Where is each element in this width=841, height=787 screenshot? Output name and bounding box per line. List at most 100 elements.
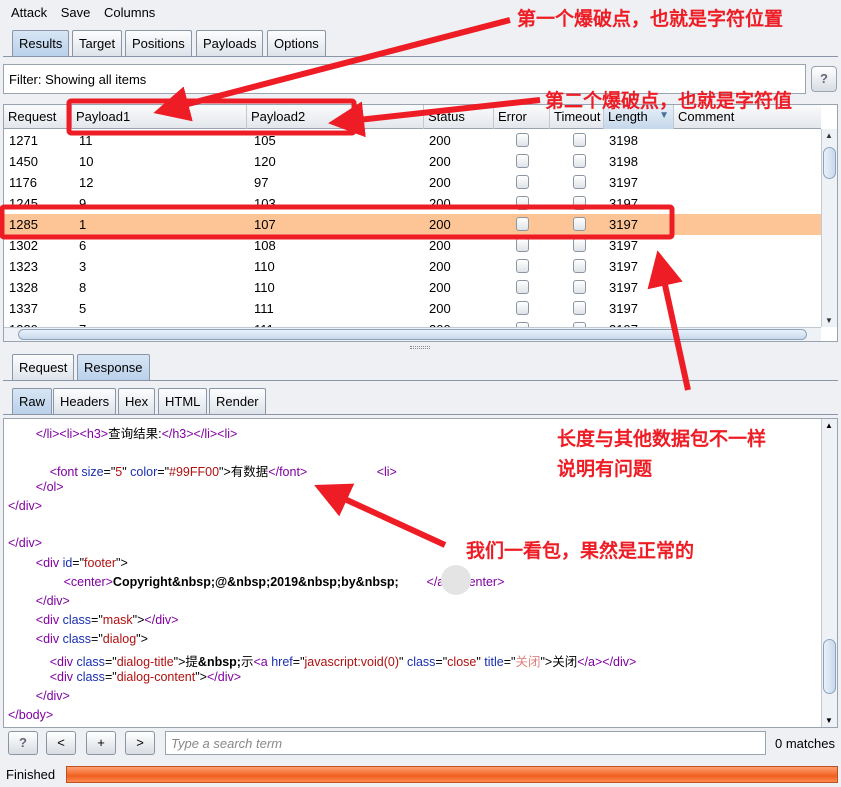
help-button[interactable]: ? (811, 66, 837, 92)
menu-attack[interactable]: Attack (11, 5, 47, 20)
table-row[interactable]: 1176 12 97 200 3197 (4, 172, 821, 193)
table-row[interactable]: 1302 6 108 200 3197 (4, 235, 821, 256)
tab-payloads[interactable]: Payloads (196, 30, 264, 56)
scroll-down-icon[interactable]: ▼ (825, 716, 833, 725)
scroll-down-icon[interactable]: ▼ (825, 316, 833, 325)
table-row[interactable]: 1328 8 110 200 3197 (4, 277, 821, 298)
code-token: Copyright&nbsp;@&nbsp;2019&nbsp;by&nbsp; (112, 575, 399, 589)
tab-headers[interactable]: Headers (53, 388, 117, 414)
cell-status: 200 (429, 196, 451, 211)
cell-length: 3197 (609, 175, 638, 190)
scroll-thumb[interactable] (823, 639, 836, 694)
timeout-checkbox[interactable] (573, 133, 586, 147)
error-checkbox[interactable] (516, 154, 529, 168)
timeout-checkbox[interactable] (573, 196, 586, 210)
menu-save[interactable]: Save (61, 5, 91, 20)
code-token: "> (132, 613, 145, 627)
code-vertical-scrollbar[interactable]: ▲ ▼ (821, 419, 837, 727)
tab-request[interactable]: Request (12, 354, 75, 380)
hscroll-thumb[interactable] (18, 329, 807, 340)
col-status[interactable]: Status (424, 105, 494, 129)
split-handle[interactable] (410, 346, 430, 349)
table-row[interactable]: 1271 11 105 200 3198 (4, 130, 821, 151)
code-token: " (122, 465, 131, 479)
tab-render[interactable]: Render (209, 388, 266, 414)
tab-response[interactable]: Response (77, 354, 150, 380)
error-checkbox[interactable] (516, 133, 529, 147)
code-line: <div class="dialog"> (8, 632, 148, 646)
col-request[interactable]: Request (4, 105, 72, 129)
tab-positions[interactable]: Positions (125, 30, 192, 56)
table-row[interactable]: 1450 10 120 200 3198 (4, 151, 821, 172)
scroll-thumb[interactable] (823, 147, 836, 179)
annotation-problem: 说明有问题 (557, 458, 653, 480)
error-checkbox[interactable] (516, 217, 529, 231)
tab-html[interactable]: HTML (158, 388, 208, 414)
code-token: =" (435, 655, 448, 669)
scroll-up-icon[interactable]: ▲ (825, 131, 833, 140)
cell-payload1: 1 (79, 217, 87, 232)
search-next-button[interactable]: > (125, 731, 155, 755)
search-prev-button[interactable]: < (46, 731, 76, 755)
timeout-checkbox[interactable] (573, 238, 586, 252)
error-checkbox[interactable] (516, 280, 529, 294)
code-token: <a (253, 655, 272, 669)
table-row[interactable]: 1337 5 111 200 3197 (4, 298, 821, 319)
cell-status: 200 (429, 238, 451, 253)
code-token: </div> (35, 594, 70, 608)
table-horizontal-scrollbar[interactable] (4, 327, 821, 341)
table-row[interactable]: 1323 3 110 200 3197 (4, 256, 821, 277)
tab-results[interactable]: Results (12, 30, 70, 56)
timeout-checkbox[interactable] (573, 175, 586, 189)
response-raw-view[interactable]: </li><li><h3>查询结果:</h3></li><li> <font s… (3, 418, 838, 728)
code-line: </div> (8, 594, 70, 608)
tab-target[interactable]: Target (72, 30, 123, 56)
cell-request: 1245 (9, 196, 38, 211)
cell-length: 3197 (609, 238, 638, 253)
cell-payload1: 8 (79, 280, 87, 295)
error-checkbox[interactable] (516, 175, 529, 189)
code-token: </body> (8, 708, 54, 722)
code-token: "> (116, 556, 128, 570)
search-add-button[interactable]: + (86, 731, 116, 755)
tab-raw[interactable]: Raw (12, 388, 53, 414)
error-checkbox[interactable] (516, 196, 529, 210)
divider (3, 414, 838, 415)
tab-options[interactable]: Options (267, 30, 326, 56)
timeout-checkbox[interactable] (573, 217, 586, 231)
scroll-up-icon[interactable]: ▲ (825, 421, 833, 430)
timeout-checkbox[interactable] (573, 301, 586, 315)
code-token: close (447, 655, 477, 669)
table-row[interactable]: 1245 9 103 200 3197 (4, 193, 821, 214)
col-error[interactable]: Error (494, 105, 550, 129)
annotation-second-point: 第二个爆破点，也就是字符值 (545, 90, 793, 112)
code-token: <div (35, 613, 63, 627)
search-help-button[interactable]: ? (8, 731, 38, 755)
timeout-checkbox[interactable] (573, 259, 586, 273)
code-token: </div> (8, 499, 43, 513)
error-checkbox[interactable] (516, 301, 529, 315)
code-token: <li> (376, 465, 397, 479)
timeout-checkbox[interactable] (573, 154, 586, 168)
code-token: =" (503, 655, 516, 669)
col-payload2[interactable]: Payload2 (247, 105, 424, 129)
menu-columns[interactable]: Columns (104, 5, 155, 20)
table-row[interactable]: 1285 1 107 200 3197 (4, 214, 821, 235)
code-token: title (484, 655, 504, 669)
tab-hex[interactable]: Hex (118, 388, 156, 414)
code-line: </div> (8, 536, 42, 550)
search-input[interactable]: Type a search term (165, 731, 766, 755)
table-vertical-scrollbar[interactable]: ▲ ▼ (821, 129, 837, 327)
cell-payload2: 108 (254, 238, 276, 253)
error-checkbox[interactable] (516, 259, 529, 273)
col-payload1[interactable]: Payload1 (72, 105, 247, 129)
cell-payload1: 9 (79, 196, 87, 211)
cell-status: 200 (429, 154, 451, 169)
code-token: ">提 (173, 655, 198, 669)
timeout-checkbox[interactable] (573, 280, 586, 294)
code-line: <div id="footer"> (8, 556, 128, 570)
code-token: class (76, 655, 105, 669)
error-checkbox[interactable] (516, 238, 529, 252)
